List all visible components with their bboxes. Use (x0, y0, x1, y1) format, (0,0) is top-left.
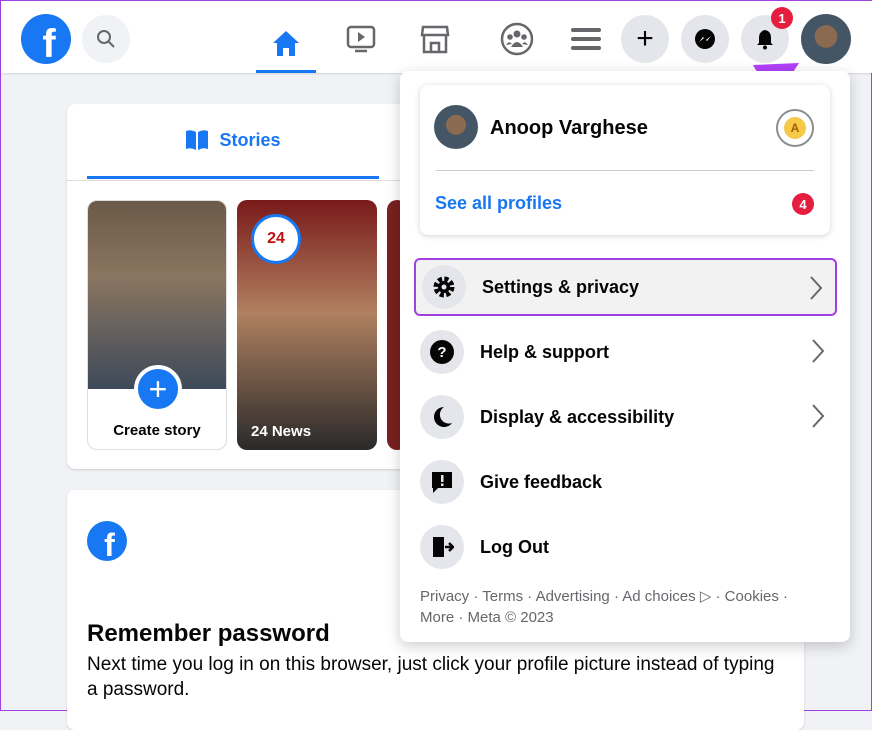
home-icon (273, 30, 299, 56)
book-icon (186, 130, 209, 150)
create-story-tile[interactable]: + Create story (87, 200, 227, 450)
account-menu: Anoop Varghese A See all profiles 4 Sett… (400, 71, 850, 642)
messenger-icon (695, 29, 715, 49)
remember-title: Remember password (87, 620, 330, 647)
nav-watch[interactable] (331, 15, 391, 63)
create-button[interactable]: + (621, 15, 669, 63)
menu-item-help-support[interactable]: ? Help & support (414, 323, 837, 381)
chevron-right-icon (810, 276, 823, 300)
create-story-label: Create story (113, 422, 201, 439)
tab-stories[interactable]: Stories (87, 104, 379, 179)
menu-item-give-feedback[interactable]: Give feedback (414, 453, 837, 511)
menu-item-label: Give feedback (480, 471, 603, 492)
hamburger-icon (571, 28, 601, 50)
search-icon (97, 30, 115, 48)
marketplace-icon (420, 25, 450, 54)
feedback-icon (432, 472, 452, 493)
facebook-logo[interactable]: f (21, 14, 71, 66)
nav-groups[interactable] (487, 15, 547, 63)
profile-name[interactable]: Anoop Varghese (490, 117, 648, 140)
bell-icon (757, 30, 773, 50)
chevron-right-icon (812, 339, 825, 363)
menu-item-label: Log Out (480, 536, 549, 557)
switch-profile-icon[interactable]: A (776, 109, 814, 147)
menu-item-label: Display & accessibility (480, 406, 675, 427)
menu-item-display-accessibility[interactable]: Display & accessibility (414, 388, 837, 446)
menu-item-log-out[interactable]: Log Out (414, 518, 837, 576)
profile-card: Anoop Varghese A See all profiles 4 (420, 85, 830, 235)
profiles-badge: 4 (792, 193, 814, 215)
notification-badge: 1 (771, 7, 793, 29)
stories-label: Stories (219, 129, 281, 150)
plus-icon[interactable]: + (134, 365, 182, 413)
account-avatar[interactable] (801, 14, 851, 64)
menu-footer: Privacy · Terms · Advertising · Ad choic… (420, 586, 788, 628)
profile-avatar[interactable] (434, 105, 478, 149)
remember-text: Next time you log in on this browser, ju… (87, 654, 775, 700)
moon-icon (434, 407, 452, 427)
story-name: 24 News (251, 423, 312, 440)
messenger-button[interactable] (681, 15, 729, 63)
video-icon (346, 25, 376, 53)
chevron-right-icon (812, 404, 825, 428)
menu-item-label: Help & support (480, 341, 609, 362)
plus-icon: + (636, 22, 654, 55)
gear-icon (433, 276, 455, 298)
menu-item-label: Settings & privacy (482, 276, 640, 297)
menu-item-settings-privacy[interactable]: Settings & privacy (414, 258, 837, 316)
story-photo (88, 201, 226, 389)
logout-icon (433, 537, 454, 557)
footer-links[interactable]: More · Meta © 2023 (420, 607, 788, 628)
facebook-logo: f (87, 521, 127, 563)
see-all-profiles-link[interactable]: See all profiles (435, 193, 562, 214)
footer-links[interactable]: Privacy · Terms · Advertising · Ad choic… (420, 586, 788, 607)
groups-icon (500, 22, 534, 56)
nav-home[interactable] (256, 15, 316, 73)
nav-menu[interactable] (556, 15, 616, 63)
nav-marketplace[interactable] (405, 15, 465, 63)
question-icon: ? (430, 340, 454, 364)
story-tile[interactable]: 24 24 News (237, 200, 377, 450)
search-button[interactable] (82, 15, 130, 63)
story-avatar: 24 (251, 214, 301, 264)
